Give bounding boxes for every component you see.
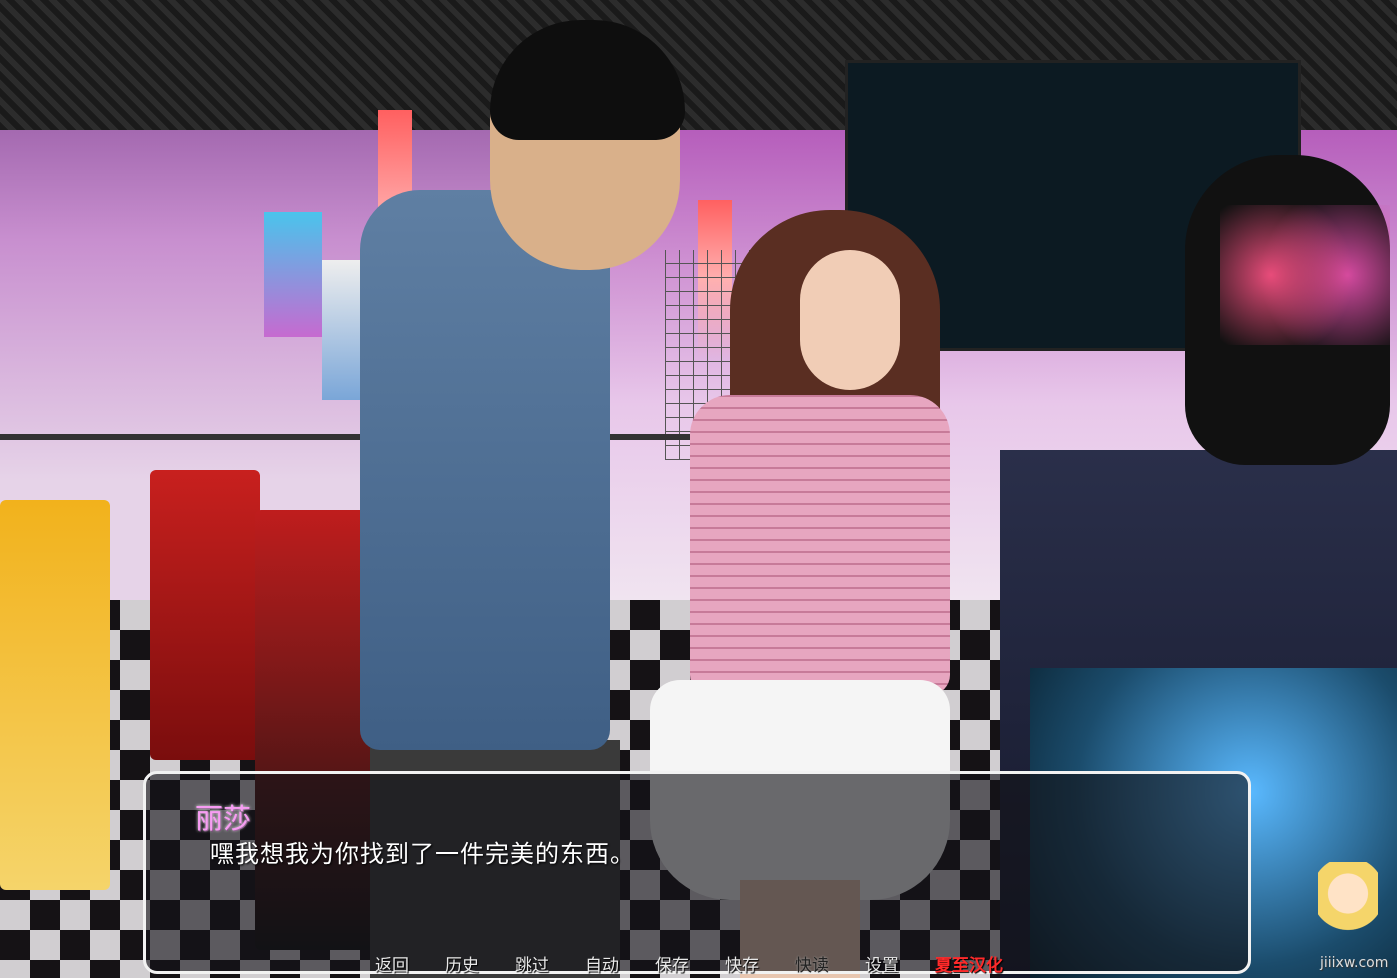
anime-poster [264, 212, 322, 337]
quick-menu-quick-save[interactable]: 快存 [725, 951, 795, 976]
quick-menu-quick-load[interactable]: 快读 [795, 951, 865, 976]
quick-menu-back[interactable]: 返回 [375, 951, 445, 976]
quick-menu-history[interactable]: 历史 [445, 951, 515, 976]
dialogue-box[interactable] [143, 771, 1251, 974]
dialogue-text: 嘿我想我为你找到了一件完美的东西。 [210, 840, 635, 868]
butterfly-mask [1220, 205, 1390, 345]
speaker-name: 丽莎 [195, 802, 252, 835]
quick-menu-skip[interactable]: 跳过 [515, 951, 585, 976]
watermark-mascot-icon [1318, 862, 1378, 952]
quick-menu-settings[interactable]: 设置 [865, 951, 935, 976]
character-lisa [690, 395, 950, 695]
red-dress [150, 470, 260, 760]
watermark-text: jiiixw.com [1320, 955, 1389, 971]
quick-menu-auto[interactable]: 自动 [585, 951, 655, 976]
character-lisa-face [800, 250, 900, 390]
quick-menu: 返回 历史 跳过 自动 保存 快存 快读 设置 夏至汉化 [375, 951, 1003, 976]
character-man [360, 190, 610, 750]
quick-menu-save[interactable]: 保存 [655, 951, 725, 976]
translation-credit: 夏至汉化 [935, 956, 1003, 976]
yellow-dress [0, 500, 110, 890]
